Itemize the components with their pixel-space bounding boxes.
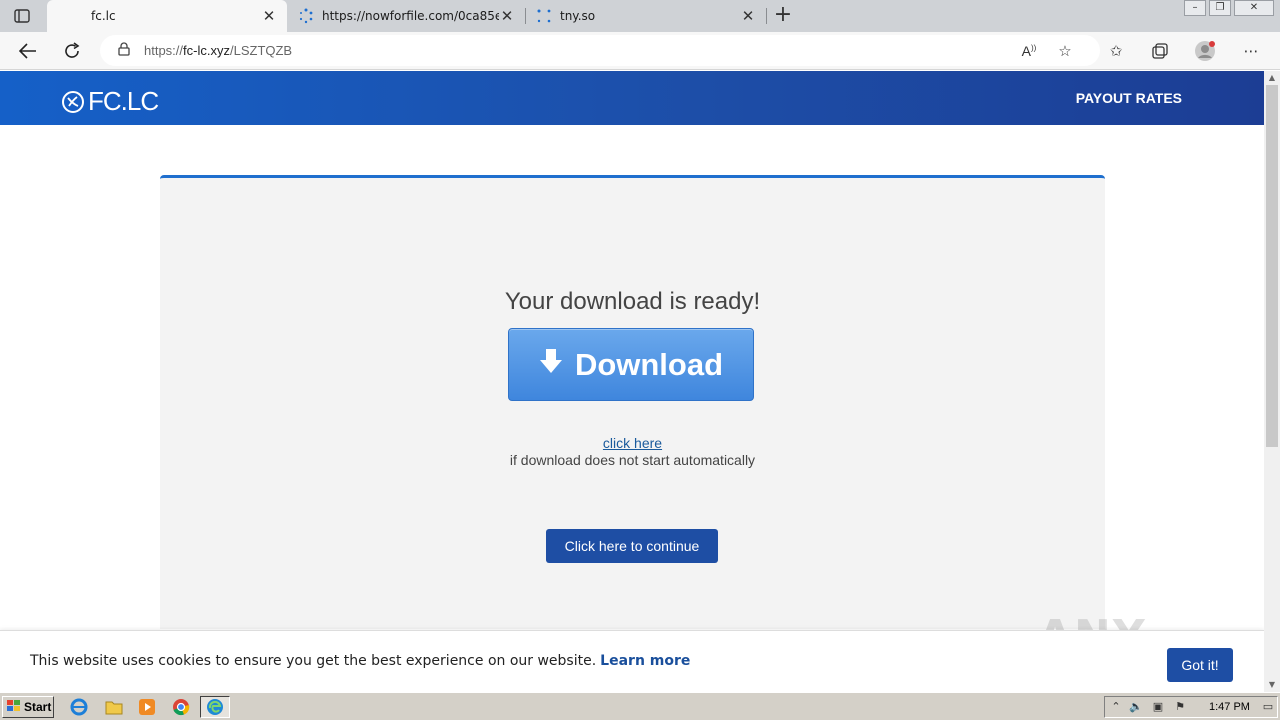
browser-toolbar: https://fc-lc.xyz/LSZTQZB A)) ☆ ✩ ⋯ [0,32,1280,70]
media-player-icon[interactable] [137,697,157,717]
tab-tnyso[interactable]: tny.so ✕ [526,0,766,32]
scroll-down-arrow-icon[interactable]: ▼ [1264,678,1280,692]
close-window-button[interactable]: ✕ [1234,0,1274,16]
internet-explorer-icon[interactable] [69,697,89,717]
refresh-icon[interactable] [58,38,86,64]
learn-more-link[interactable]: Learn more [600,653,690,669]
download-arrow-icon [539,347,563,383]
favorites-icon[interactable]: ✩ [1105,40,1127,62]
read-aloud-icon[interactable]: A)) [1018,40,1040,62]
tab-title: tny.so [560,9,596,23]
got-it-button[interactable]: Got it! [1167,648,1233,682]
download-hint-text: if download does not start automatically [509,452,756,468]
show-hidden-icons-icon[interactable]: ⌃ [1109,700,1123,714]
tab-nowforfile[interactable]: https://nowforfile.com/0ca85e2e ✕ [288,0,525,32]
action-center-flag-icon[interactable]: ⚑ [1173,700,1187,714]
show-desktop-icon[interactable]: ▭ [1261,700,1275,714]
scroll-up-arrow-icon[interactable]: ▲ [1264,71,1280,85]
scrollbar-thumb[interactable] [1266,85,1278,447]
add-favorite-icon[interactable]: ☆ [1054,40,1076,62]
collections-icon[interactable] [1149,40,1171,62]
address-bar[interactable]: https://fc-lc.xyz/LSZTQZB [100,35,1100,66]
new-tab-button[interactable]: + [771,4,795,28]
payout-rates-link[interactable]: PAYOUT RATES [1076,90,1182,106]
site-logo[interactable]: FC.LC [61,86,159,117]
cookie-message: This website uses cookies to ensure you … [30,653,691,669]
minimize-button[interactable]: – [1184,0,1206,16]
continue-button[interactable]: Click here to continue [546,529,718,563]
site-header: FC.LC PAYOUT RATES [0,71,1264,125]
volume-icon[interactable]: 🔈 [1129,700,1143,714]
edge-icon[interactable] [200,696,230,718]
close-tab-icon[interactable]: ✕ [261,8,277,24]
file-explorer-icon[interactable] [104,697,124,717]
close-tab-icon[interactable]: ✕ [499,8,515,24]
back-arrow-icon[interactable] [14,38,42,64]
download-button[interactable]: Download [508,328,754,401]
click-here-link[interactable]: click here [160,435,1105,451]
download-button-label: Download [574,346,724,382]
cookie-banner: This website uses cookies to ensure you … [0,630,1264,692]
tab-fclc[interactable]: fc.lc ✕ [47,0,287,32]
close-tab-icon[interactable]: ✕ [740,8,756,24]
restore-button[interactable]: ❐ [1209,0,1231,16]
download-card: Your download is ready! Download click h… [160,175,1105,629]
windows-flag-icon [6,699,22,716]
url-text: https://fc-lc.xyz/LSZTQZB [144,43,293,58]
tab-strip: fc.lc ✕ https://nowforfile.com/0ca85e2e … [0,0,1280,32]
logo-mark-icon [61,90,85,114]
tab-title: https://nowforfile.com/0ca85e2e [322,9,499,23]
page-viewport: FC.LC PAYOUT RATES Your download is read… [0,71,1264,692]
loading-spinner-icon [298,8,314,24]
chrome-icon[interactable] [171,697,191,717]
more-menu-icon[interactable]: ⋯ [1240,40,1262,62]
profile-avatar-icon[interactable] [1194,40,1216,62]
start-button[interactable]: Start [2,696,54,718]
lock-icon[interactable] [118,41,130,60]
start-label: Start [24,700,52,714]
page-scrollbar[interactable]: ▲ ▼ [1264,71,1280,692]
page-icon [57,8,73,24]
taskbar-clock[interactable]: 1:47 PM [1209,701,1250,713]
loading-spinner-icon [536,8,552,24]
system-tray: ⌃ 🔈 ▣ ⚑ 1:47 PM ▭ [1104,696,1278,718]
windows-taskbar: Start ⌃ 🔈 ▣ ⚑ 1:47 PM ▭ [0,692,1280,720]
logo-text: FC.LC [88,86,159,116]
tab-actions-icon[interactable] [10,6,34,26]
download-ready-heading: Your download is ready! [504,288,761,315]
tab-title: fc.lc [91,9,116,23]
tab-separator [766,8,767,24]
network-icon[interactable]: ▣ [1151,700,1165,714]
